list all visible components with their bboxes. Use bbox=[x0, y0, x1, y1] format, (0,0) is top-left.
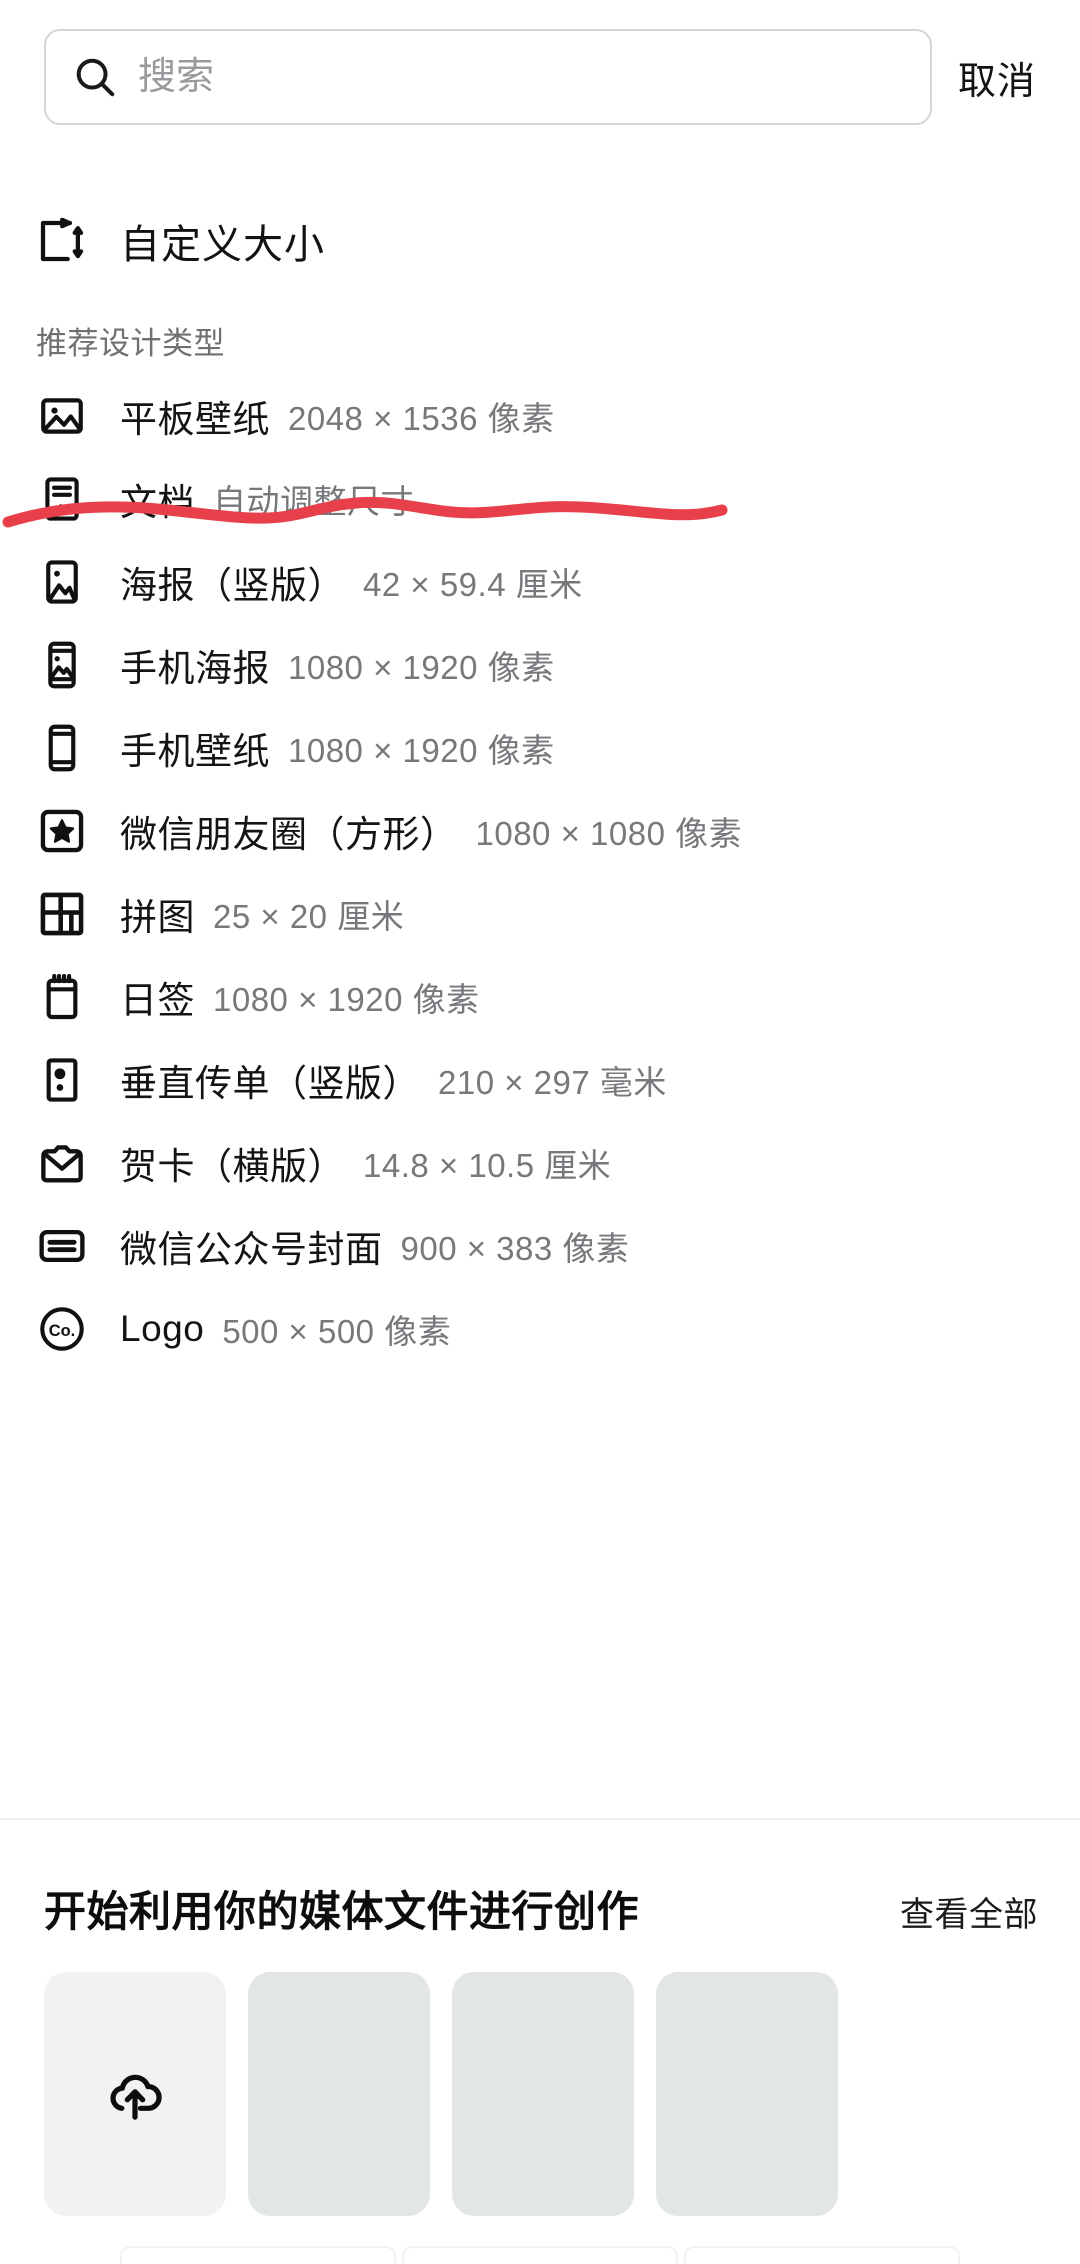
design-item-dimension: 14.8 × 10.5 厘米 bbox=[363, 1146, 612, 1184]
search-icon bbox=[76, 58, 115, 97]
phone-icon bbox=[34, 720, 90, 776]
design-item-dimension: 1080 × 1920 像素 bbox=[288, 731, 555, 769]
design-item-label: 平板壁纸 bbox=[120, 398, 270, 440]
bottom-partial-card bbox=[120, 2246, 396, 2264]
design-item-dimension: 25 × 20 厘米 bbox=[213, 897, 405, 935]
media-placeholder-tile[interactable] bbox=[248, 1972, 430, 2216]
design-item-label: 文档 bbox=[120, 481, 195, 523]
search-box[interactable] bbox=[44, 29, 932, 125]
design-item-label: 垂直传单（竖版） bbox=[120, 1062, 420, 1104]
app-screen: 取消 自定义大小 推荐设计类型 平板壁纸 2048 × 1536 像素 bbox=[0, 0, 1080, 2264]
search-bar-row: 取消 bbox=[0, 28, 1080, 126]
image-icon bbox=[34, 388, 90, 444]
media-placeholder-tile[interactable] bbox=[656, 1972, 838, 2216]
design-item-dimension: 42 × 59.4 厘米 bbox=[363, 565, 583, 603]
design-item-dimension: 自动调整尺寸 bbox=[213, 482, 414, 520]
design-item-label: 手机海报 bbox=[120, 647, 270, 689]
design-item-label: 微信公众号封面 bbox=[120, 1228, 383, 1270]
design-item-dimension: 500 × 500 像素 bbox=[222, 1312, 452, 1350]
cloud-upload-icon bbox=[110, 2074, 162, 2120]
custom-size-row[interactable]: 自定义大小 bbox=[0, 196, 1080, 286]
media-section-title: 开始利用你的媒体文件进行创作 bbox=[44, 1888, 640, 1935]
design-item-poster-portrait[interactable]: 海报（竖版） 42 × 59.4 厘米 bbox=[0, 540, 1080, 623]
notepad-icon bbox=[34, 969, 90, 1025]
design-item-label: 贺卡（横版） bbox=[120, 1145, 345, 1187]
design-item-vertical-flyer[interactable]: 垂直传单（竖版） 210 × 297 毫米 bbox=[0, 1038, 1080, 1121]
design-item-dimension: 1080 × 1920 像素 bbox=[288, 648, 555, 686]
design-item-label: Logo bbox=[120, 1307, 205, 1349]
design-item-label: 手机壁纸 bbox=[120, 730, 270, 772]
bottom-partial-card bbox=[684, 2246, 960, 2264]
design-item-dimension: 2048 × 1536 像素 bbox=[288, 399, 555, 437]
design-item-dimension: 900 × 383 像素 bbox=[400, 1229, 630, 1267]
media-upload-tile[interactable] bbox=[44, 1972, 226, 2216]
design-type-list: 平板壁纸 2048 × 1536 像素 文档 自动调整尺寸 海报（竖版） 42 … bbox=[0, 374, 1080, 1370]
design-item-dimension: 210 × 297 毫米 bbox=[438, 1063, 667, 1101]
star-square-icon bbox=[34, 803, 90, 859]
design-item-greeting-card[interactable]: 贺卡（横版） 14.8 × 10.5 厘米 bbox=[0, 1121, 1080, 1204]
svg-text:Co.: Co. bbox=[49, 1322, 76, 1340]
design-item-phone-poster[interactable]: 手机海报 1080 × 1920 像素 bbox=[0, 623, 1080, 706]
custom-size-label: 自定义大小 bbox=[120, 223, 325, 267]
document-icon bbox=[34, 471, 90, 527]
design-item-dimension: 1080 × 1080 像素 bbox=[475, 814, 743, 852]
resize-icon bbox=[40, 217, 84, 262]
design-item-label: 微信朋友圈（方形） bbox=[120, 813, 458, 855]
envelope-icon bbox=[34, 1135, 90, 1191]
bottom-partial-card bbox=[402, 2246, 678, 2264]
phone-poster-icon bbox=[34, 637, 90, 693]
media-section: 开始利用你的媒体文件进行创作 查看全部 bbox=[0, 1818, 1080, 2264]
design-item-wechat-moments-square[interactable]: 微信朋友圈（方形） 1080 × 1080 像素 bbox=[0, 789, 1080, 872]
section-header: 推荐设计类型 bbox=[36, 326, 225, 361]
wechat-cover-icon bbox=[34, 1218, 90, 1274]
media-tile-strip[interactable] bbox=[0, 1972, 1080, 2216]
design-item-logo[interactable]: Co. Logo 500 × 500 像素 bbox=[0, 1287, 1080, 1370]
design-item-collage[interactable]: 拼图 25 × 20 厘米 bbox=[0, 872, 1080, 955]
media-section-header: 开始利用你的媒体文件进行创作 查看全部 bbox=[0, 1878, 1080, 1939]
poster-icon bbox=[34, 554, 90, 610]
collage-icon bbox=[34, 886, 90, 942]
design-item-label: 海报（竖版） bbox=[120, 564, 345, 606]
view-all-link[interactable]: 查看全部 bbox=[900, 1887, 1038, 1936]
search-input[interactable] bbox=[138, 47, 838, 107]
design-item-label: 日签 bbox=[120, 979, 195, 1021]
logo-circle-icon: Co. bbox=[34, 1301, 90, 1357]
flyer-icon bbox=[34, 1052, 90, 1108]
design-item-document[interactable]: 文档 自动调整尺寸 bbox=[0, 457, 1080, 540]
bottom-partial-cards bbox=[0, 2246, 1080, 2264]
design-item-dimension: 1080 × 1920 像素 bbox=[213, 980, 480, 1018]
design-item-wechat-official-cover[interactable]: 微信公众号封面 900 × 383 像素 bbox=[0, 1204, 1080, 1287]
design-item-tablet-wallpaper[interactable]: 平板壁纸 2048 × 1536 像素 bbox=[0, 374, 1080, 457]
design-item-label: 拼图 bbox=[120, 896, 195, 938]
design-item-phone-wallpaper[interactable]: 手机壁纸 1080 × 1920 像素 bbox=[0, 706, 1080, 789]
media-placeholder-tile[interactable] bbox=[452, 1972, 634, 2216]
design-item-daily-sign[interactable]: 日签 1080 × 1920 像素 bbox=[0, 955, 1080, 1038]
cancel-button[interactable]: 取消 bbox=[958, 50, 1036, 105]
